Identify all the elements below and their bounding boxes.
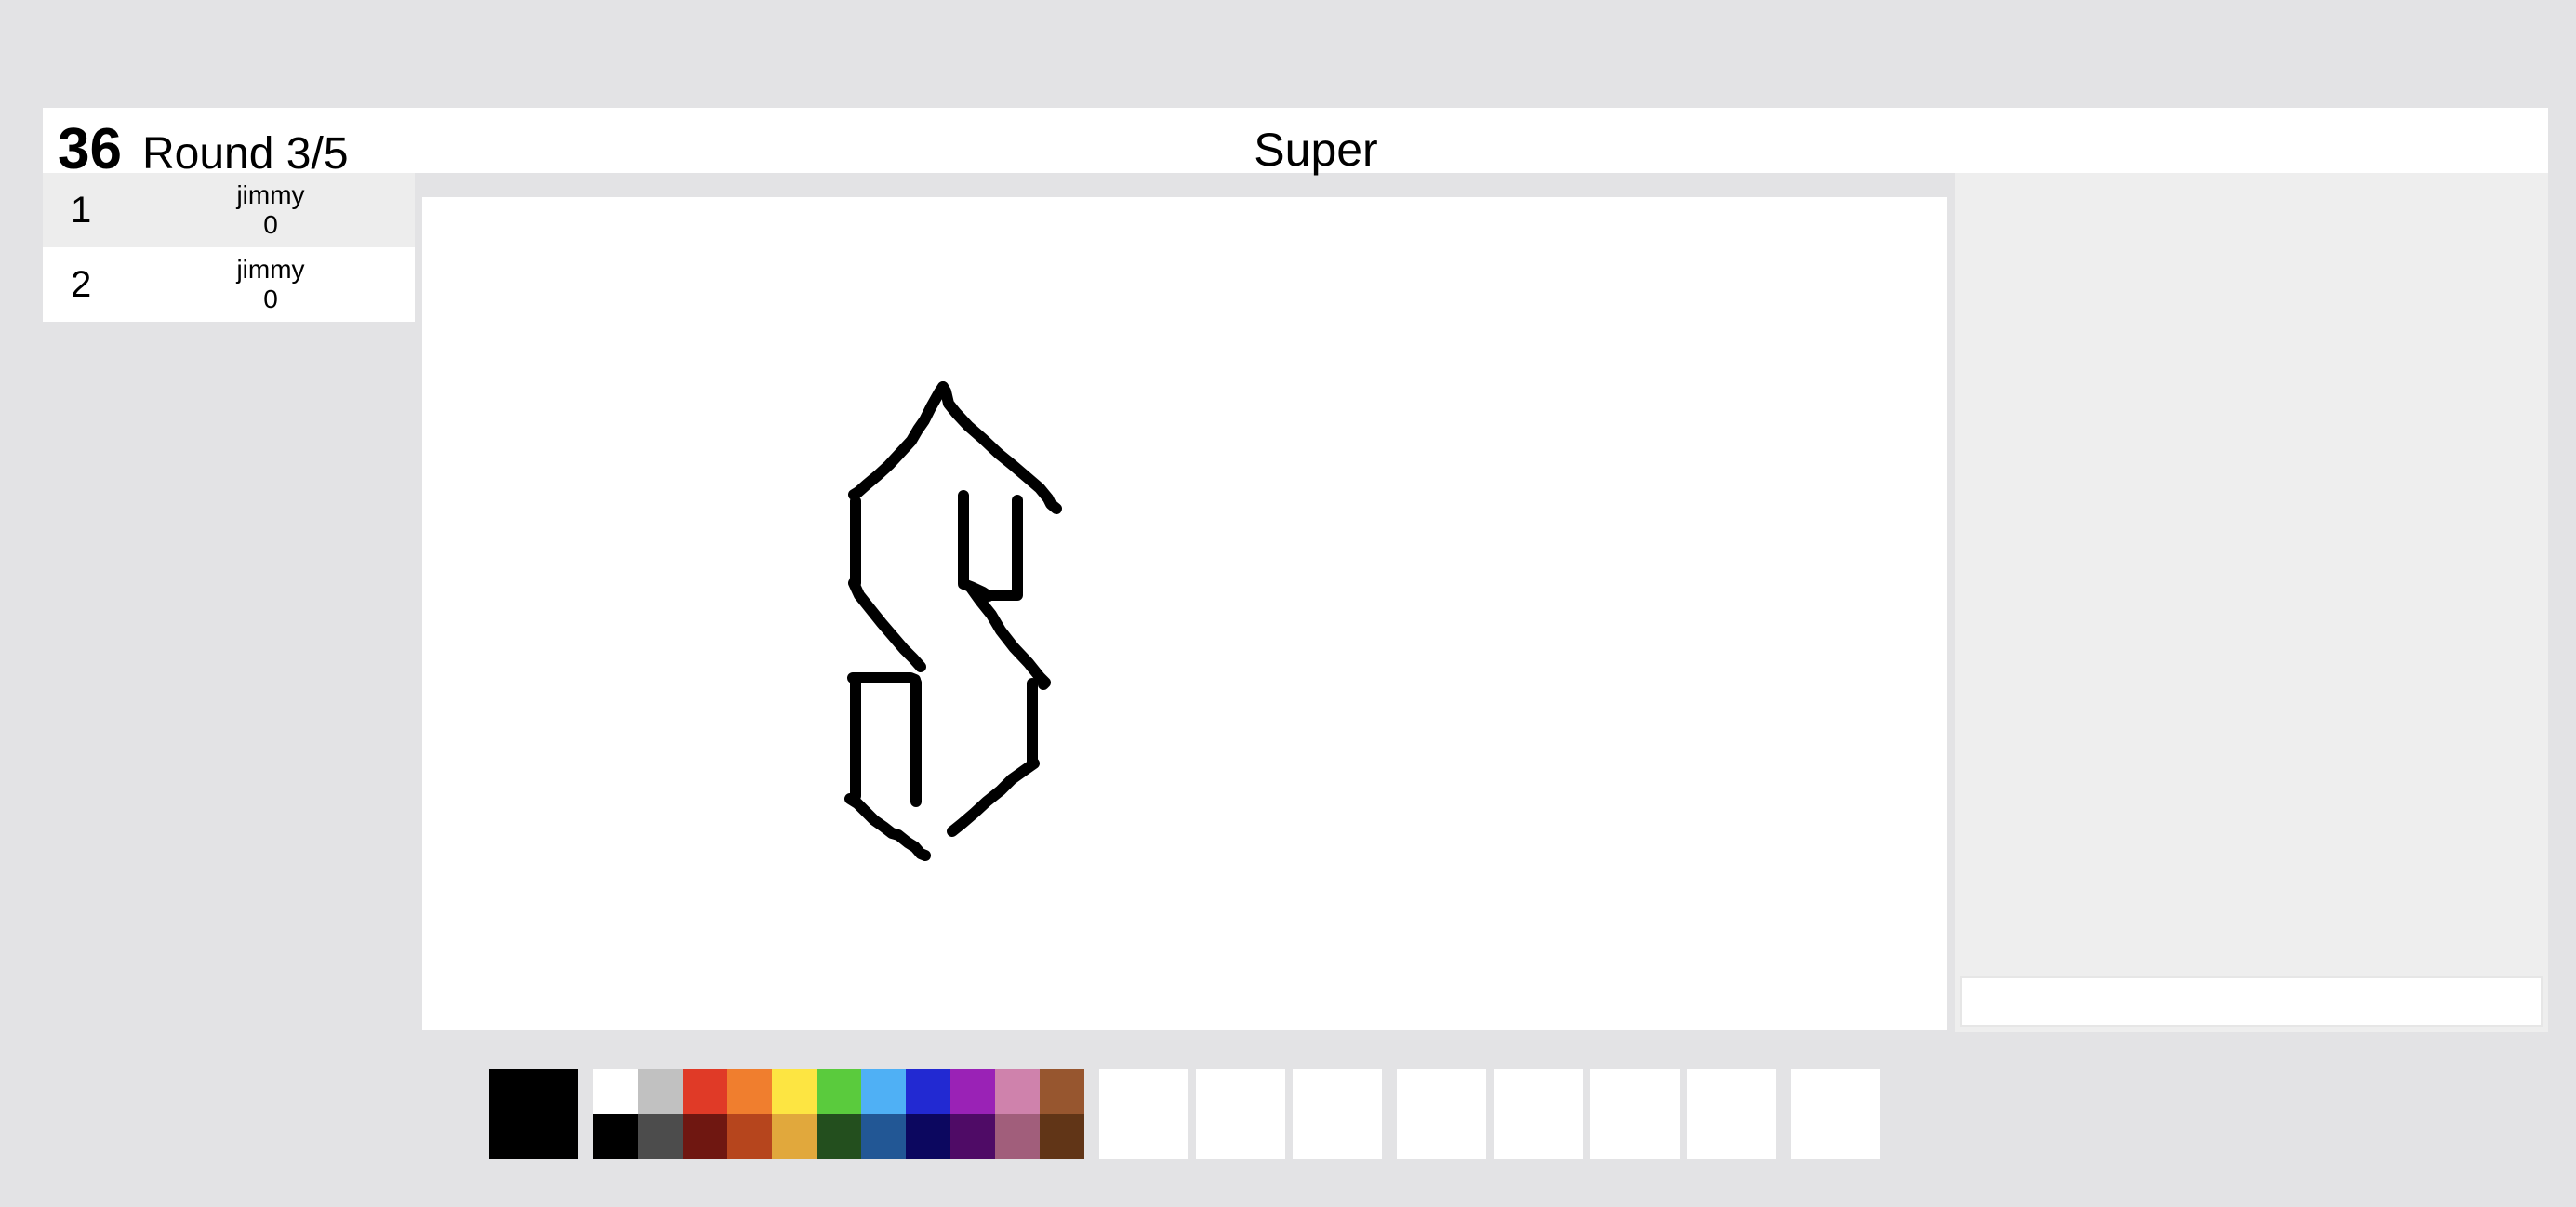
color-swatch-top-4[interactable] — [727, 1069, 772, 1114]
color-swatch-bottom-9[interactable] — [950, 1114, 995, 1159]
color-swatch-top-8[interactable] — [906, 1069, 950, 1114]
tool-button-2[interactable] — [1196, 1069, 1285, 1159]
tool-button-6[interactable] — [1590, 1069, 1680, 1159]
tool-button-4[interactable] — [1397, 1069, 1486, 1159]
color-swatch-bottom-3[interactable] — [683, 1114, 727, 1159]
current-color-swatch[interactable] — [489, 1069, 578, 1159]
color-swatch-top-9[interactable] — [950, 1069, 995, 1114]
color-swatch-top-2[interactable] — [638, 1069, 683, 1114]
player-list: 1 jimmy 0 2 jimmy 0 — [43, 173, 415, 322]
stroke-bottom-right — [947, 758, 1040, 837]
color-swatch-bottom-10[interactable] — [995, 1114, 1040, 1159]
color-swatch-bottom-6[interactable] — [817, 1114, 861, 1159]
player-name: jimmy — [236, 255, 305, 284]
color-swatch-bottom-4[interactable] — [727, 1114, 772, 1159]
game-screen: 36 Round 3/5 Super 1 jimmy 0 2 jimmy 0 — [0, 0, 2576, 1207]
tool-button-5[interactable] — [1494, 1069, 1583, 1159]
player-rank: 2 — [71, 264, 92, 305]
canvas-divider — [1947, 197, 1955, 1032]
tool-button-3[interactable] — [1293, 1069, 1382, 1159]
drawing-canvas[interactable] — [422, 197, 1947, 1030]
tool-button-7[interactable] — [1687, 1069, 1776, 1159]
current-word: Super — [1254, 124, 1378, 176]
stroke-mid-vertical — [958, 490, 994, 602]
player-name: jimmy — [236, 180, 305, 209]
drawing-strokes — [844, 381, 1062, 861]
color-palette — [593, 1069, 1084, 1159]
stroke-left-top-bar — [847, 672, 921, 685]
color-swatch-top-3[interactable] — [683, 1069, 727, 1114]
color-swatch-top-10[interactable] — [995, 1069, 1040, 1114]
color-swatch-bottom-11[interactable] — [1040, 1114, 1084, 1159]
tool-button-1[interactable] — [1099, 1069, 1188, 1159]
player-rank: 1 — [71, 190, 92, 231]
stroke-top-right — [937, 381, 1062, 514]
stroke-top-left — [848, 381, 949, 500]
stroke-center-diagonal — [965, 582, 1051, 690]
chat-input[interactable] — [1960, 976, 2543, 1027]
color-swatch-bottom-8[interactable] — [906, 1114, 950, 1159]
color-swatch-top-7[interactable] — [861, 1069, 906, 1114]
game-header: 36 Round 3/5 Super — [43, 108, 2548, 179]
color-swatch-bottom-2[interactable] — [638, 1114, 683, 1159]
chat-panel — [1955, 173, 2548, 1032]
player-row[interactable]: 1 jimmy 0 — [43, 173, 415, 247]
player-score: 0 — [263, 285, 278, 313]
player-row[interactable]: 2 jimmy 0 — [43, 247, 415, 322]
color-swatch-bottom-7[interactable] — [861, 1114, 906, 1159]
tool-button-8[interactable] — [1791, 1069, 1880, 1159]
color-swatch-top-5[interactable] — [772, 1069, 817, 1114]
player-score: 0 — [263, 210, 278, 239]
color-swatch-bottom-5[interactable] — [772, 1114, 817, 1159]
color-swatch-top-1[interactable] — [593, 1069, 638, 1114]
color-swatch-top-11[interactable] — [1040, 1069, 1084, 1114]
color-swatch-bottom-1[interactable] — [593, 1114, 638, 1159]
stroke-left-diagonal — [848, 577, 926, 672]
stroke-bottom-left — [844, 793, 931, 861]
color-swatch-top-6[interactable] — [817, 1069, 861, 1114]
